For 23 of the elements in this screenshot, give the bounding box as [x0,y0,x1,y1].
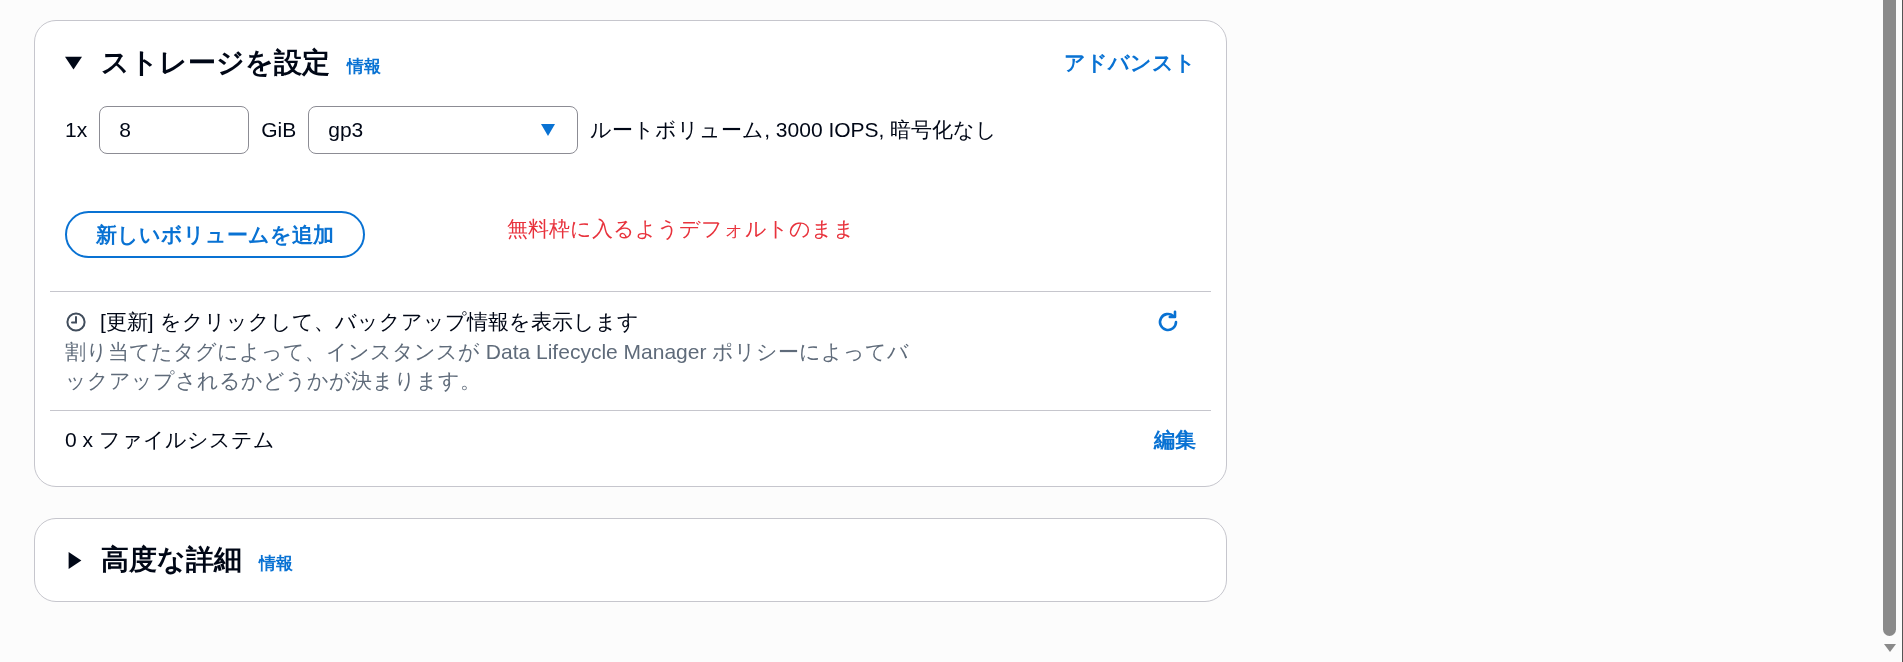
add-volume-button[interactable]: 新しいボリュームを追加 [65,211,365,258]
annotation-text: 無料枠に入るようデフォルトのまま [507,216,855,242]
refresh-icon[interactable] [1156,310,1180,334]
caret-right-icon[interactable] [68,551,82,569]
info-link[interactable]: 情報 [347,54,381,78]
volume-count-label: 1x [65,118,88,142]
backup-message: [更新] をクリックして、バックアップ情報を表示します [100,309,639,335]
info-link[interactable]: 情報 [259,551,293,575]
panel-title: 高度な詳細 [101,543,242,577]
advanced-link[interactable]: アドバンスト [1064,49,1196,77]
size-input[interactable]: 8 [99,106,250,154]
file-systems-label: 0 x ファイルシステム [65,427,275,453]
scroll-down-arrow-icon[interactable] [1884,644,1896,652]
panel-title: ストレージを設定 [101,46,330,80]
volume-description: ルートボリューム, 3000 IOPS, 暗号化なし [590,117,998,143]
caret-down-icon[interactable] [65,56,82,70]
caret-down-icon [541,124,556,136]
unit-label: GiB [261,118,297,142]
scrollbar-thumb[interactable] [1883,0,1896,636]
volume-type-select[interactable]: gp3 [308,106,579,154]
clock-icon [66,312,86,332]
edit-link[interactable]: 編集 [1154,425,1196,455]
backup-description: 割り当てたタグによって、インスタンスが Data Lifecycle Manager ポリシーによってバックアップされるかどうかが決まります。 [65,339,911,394]
